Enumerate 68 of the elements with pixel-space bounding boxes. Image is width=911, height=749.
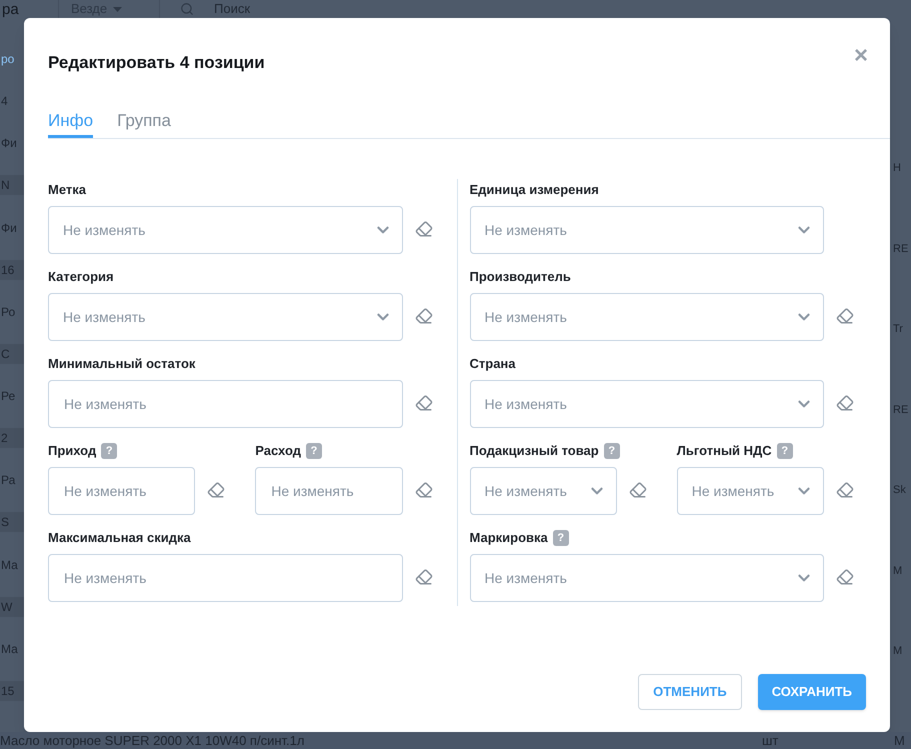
input-field[interactable]: Не изменять — [48, 467, 196, 515]
background-text: Фи — [0, 135, 18, 152]
input-field[interactable]: Не изменять — [255, 467, 402, 515]
background-text: 4 — [0, 93, 9, 110]
field-label: Максимальная скидка — [48, 529, 191, 548]
background-text: Ма — [0, 640, 19, 658]
eraser-icon[interactable] — [836, 568, 854, 586]
select-field[interactable]: Не изменять — [470, 554, 824, 602]
background-text: Tr — [892, 322, 904, 338]
background-text: M — [894, 734, 905, 747]
field-label: Подакцизный товар — [470, 442, 599, 460]
help-icon[interactable]: ? — [776, 443, 793, 459]
logo-text: ра — [1, 2, 20, 16]
eraser-icon[interactable] — [836, 394, 854, 412]
cancel-button[interactable]: ОТМЕНИТЬ — [638, 674, 742, 710]
product-name: Масло моторное SUPER 2000 X1 10W40 п/синт.1л — [0, 734, 306, 747]
eraser-icon[interactable] — [836, 481, 854, 499]
caret-icon — [113, 6, 122, 12]
field-label: Приход — [48, 442, 96, 460]
background-text: Ре — [0, 388, 16, 406]
background-text: Ро — [0, 304, 16, 321]
eraser-icon[interactable] — [207, 481, 226, 499]
unit-text: шт — [762, 734, 780, 747]
field-label: Минимальный остаток — [48, 355, 196, 374]
search-icon[interactable] — [180, 2, 194, 16]
background-text: M — [892, 564, 904, 579]
save-button[interactable]: СОХРАНИТЬ — [758, 674, 866, 710]
tab[interactable]: Группа — [117, 108, 171, 138]
background-text: ро — [0, 51, 16, 68]
tab[interactable]: Инфо — [48, 108, 94, 138]
background-text: M — [892, 644, 904, 660]
help-icon[interactable]: ? — [101, 443, 118, 459]
field-label: Единица измерения — [470, 181, 599, 200]
select-field[interactable]: Не изменять — [470, 467, 617, 515]
select-field[interactable]: Не изменять — [676, 467, 824, 515]
background-text: RE — [892, 242, 910, 257]
eraser-icon[interactable] — [414, 307, 432, 325]
background-text: Фи — [0, 220, 18, 237]
eraser-icon[interactable] — [414, 481, 432, 499]
eraser-icon[interactable] — [836, 307, 854, 325]
eraser-icon[interactable] — [414, 568, 432, 586]
input-field[interactable]: Не изменять — [48, 380, 402, 428]
help-icon[interactable]: ? — [552, 530, 569, 546]
field-label: Производитель — [470, 268, 571, 286]
help-icon[interactable]: ? — [604, 443, 620, 459]
background-text: RE — [892, 402, 910, 418]
input-field[interactable]: Не изменять — [48, 554, 402, 602]
field-label: Страна — [470, 355, 516, 374]
dialog-title: Редактировать 4 позиции — [48, 52, 265, 74]
background-text: Sk — [892, 483, 907, 498]
eraser-icon[interactable] — [414, 220, 432, 238]
field-label: Маркировка — [470, 529, 548, 548]
select-field[interactable]: Не изменять — [470, 206, 824, 254]
select-field[interactable]: Не изменять — [48, 293, 402, 341]
eraser-icon[interactable] — [628, 481, 647, 499]
select-field[interactable]: Не изменять — [48, 206, 402, 254]
field-label: Расход — [255, 442, 301, 460]
select-field[interactable]: Не изменять — [470, 380, 824, 428]
field-label: Категория — [48, 268, 114, 286]
field-label: Метка — [48, 181, 86, 200]
background-text: Ра — [0, 472, 16, 490]
eraser-icon[interactable] — [414, 394, 432, 412]
help-icon[interactable]: ? — [306, 443, 322, 459]
field-label: Льготный НДС — [676, 442, 772, 460]
select-field[interactable]: Не изменять — [470, 293, 824, 341]
background-text: Н — [892, 161, 902, 176]
close-button[interactable]: × — [854, 44, 868, 68]
background-text: Ма — [0, 556, 19, 574]
